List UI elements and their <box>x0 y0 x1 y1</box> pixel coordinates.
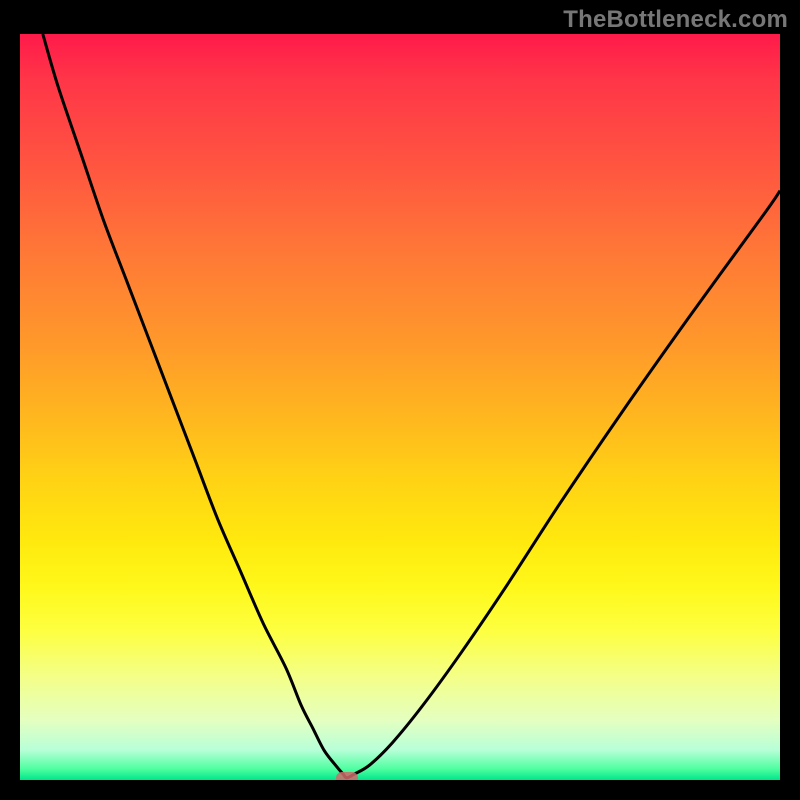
watermark-text: TheBottleneck.com <box>563 6 788 34</box>
optimum-marker <box>336 772 358 780</box>
plot-area <box>20 34 780 780</box>
curve-svg <box>20 34 780 780</box>
chart-frame: TheBottleneck.com <box>0 0 800 800</box>
bottleneck-curve <box>43 34 780 778</box>
